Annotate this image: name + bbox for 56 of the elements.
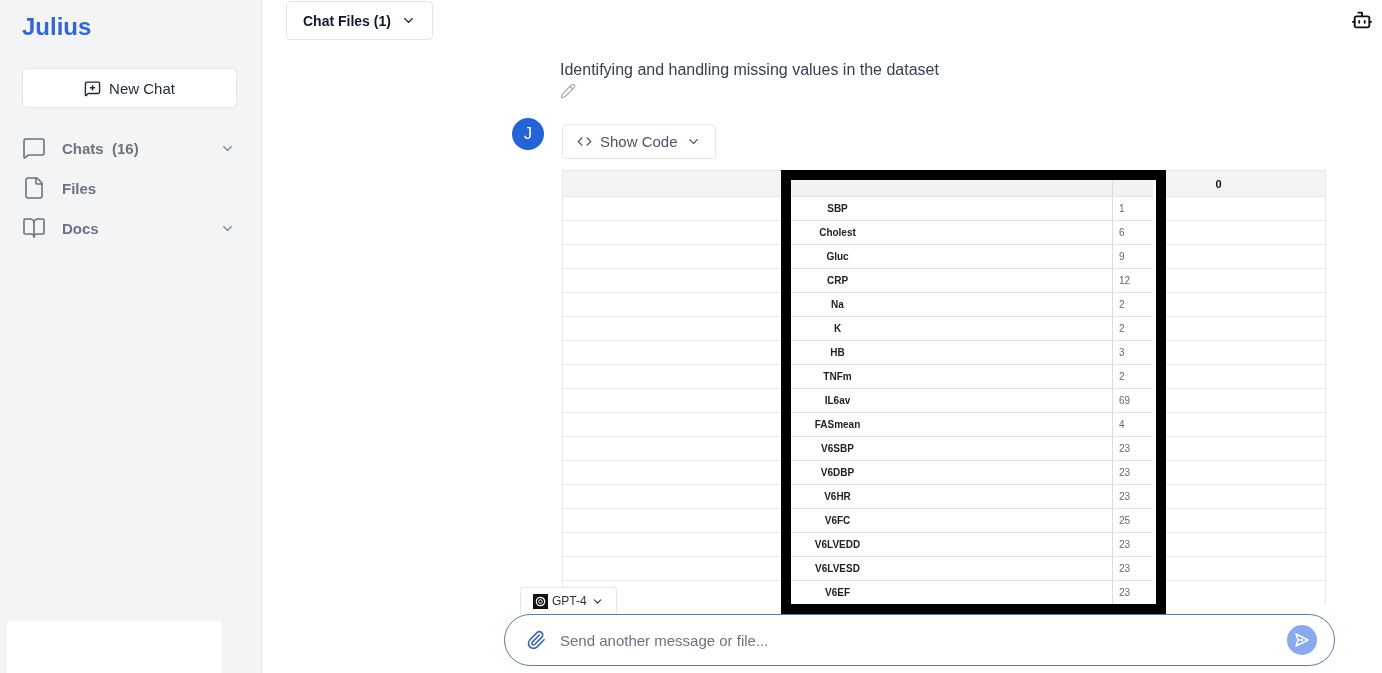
model-icon <box>533 593 548 609</box>
table-cell-text: 12 <box>1118 274 1132 288</box>
model-selector[interactable]: GPT-4 <box>520 587 617 614</box>
code-icon <box>577 134 592 149</box>
row-label-cell: V6DBP <box>791 461 1113 484</box>
row-label-cell: SBP <box>791 197 1113 220</box>
user-message: Identifying and handling missing values in the dataset <box>560 60 939 80</box>
table-cell-text: 25 <box>1118 514 1132 528</box>
message-input-field[interactable]: Send another message or file... <box>504 614 1335 666</box>
table-cell-text: 3 <box>1118 346 1126 360</box>
row-label-cell: V6LVEDD <box>791 533 1113 556</box>
table-cell-text: 6 <box>1118 226 1126 240</box>
sidebar-item[interactable]: Docs <box>0 208 261 248</box>
chat-bubble-icon <box>22 136 46 160</box>
row-label-cell: IL6av <box>791 389 1113 412</box>
new-chat-button[interactable]: New Chat <box>22 68 237 108</box>
row-label-cell: TNFm <box>791 365 1113 388</box>
table-cell-text: 23 <box>1118 466 1132 480</box>
table-cell-text: 23 <box>1118 586 1132 600</box>
paperclip-icon[interactable] <box>526 630 546 650</box>
robot-icon[interactable] <box>1351 9 1373 31</box>
table-cell-text: 23 <box>1118 562 1132 576</box>
table-cell-text: 69 <box>1118 394 1132 408</box>
show-code-button[interactable]: Show Code <box>562 124 716 159</box>
column-header: 0 <box>1214 176 1223 192</box>
table-cell-text: 2 <box>1118 298 1126 312</box>
table-cell-text: 4 <box>1118 418 1126 432</box>
table-cell-text: 23 <box>1118 538 1132 552</box>
chat-plus-icon <box>84 79 102 97</box>
row-label-cell: V6HR <box>791 485 1113 508</box>
file-icon <box>22 176 46 200</box>
sidebar-item[interactable]: Chats (16) <box>0 128 261 168</box>
table-cell-text: 23 <box>1118 442 1132 456</box>
app-logo[interactable]: Julius <box>22 13 261 41</box>
message-input[interactable]: Send another message or file... <box>558 625 1275 655</box>
sidebar-item[interactable]: Files <box>0 168 261 208</box>
row-label-cell: K <box>791 317 1113 340</box>
row-label-cell: V6SBP <box>791 437 1113 460</box>
avatar: J <box>512 118 544 150</box>
table-cell-text: 1 <box>1118 202 1126 216</box>
row-label-cell: V6EF <box>791 581 1113 604</box>
row-label-cell: V6LVESD <box>791 557 1113 580</box>
table-cell-text: 23 <box>1118 490 1132 504</box>
row-label-cell: Na <box>791 293 1113 316</box>
row-label-cell: Cholest <box>791 221 1113 244</box>
row-label-cell: CRP <box>791 269 1113 292</box>
table-cell-text: 9 <box>1118 250 1126 264</box>
chat-files-button[interactable]: Chat Files (1) <box>286 1 433 40</box>
row-label-cell: V6FC <box>791 509 1113 532</box>
table-cell-text: 2 <box>1118 322 1126 336</box>
row-label-cell: Gluc <box>791 245 1113 268</box>
book-icon <box>22 216 46 240</box>
send-icon <box>1295 633 1309 647</box>
row-label-cell: FASmean <box>791 413 1113 436</box>
table-cell-text: 2 <box>1118 370 1126 384</box>
row-label-cell: HB <box>791 341 1113 364</box>
